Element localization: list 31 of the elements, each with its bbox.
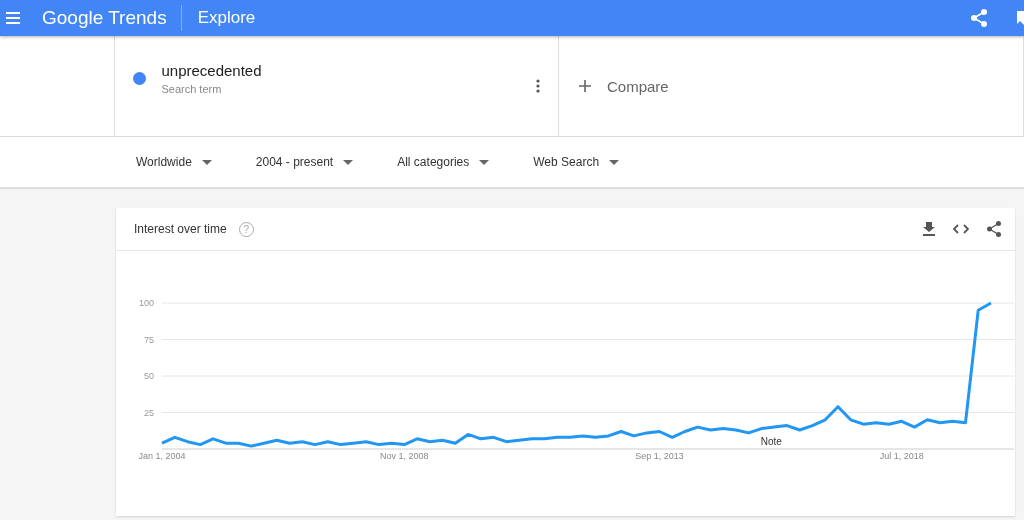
search-term[interactable]: unprecedented <box>161 61 536 79</box>
y-axis-label: 25 <box>144 407 154 418</box>
caret-icon <box>201 159 212 165</box>
search-term-subtitle: Search term <box>161 82 223 95</box>
filter-dropdown[interactable]: Worldwide <box>136 155 212 169</box>
x-axis-label: Jul 1, 2018 <box>879 451 924 461</box>
filter-dropdown[interactable]: 2004 - present <box>255 155 354 169</box>
y-axis-label: 50 <box>144 371 154 381</box>
caret-icon <box>343 159 354 165</box>
embed-icon[interactable] <box>953 224 969 234</box>
bookmark-icon[interactable] <box>1017 11 1024 25</box>
page-title: Explore <box>197 8 256 28</box>
app-logo[interactable]: Google Trends <box>42 7 167 29</box>
y-axis-label: 75 <box>144 334 154 345</box>
caret-icon <box>609 159 620 165</box>
card-title: Interest over time <box>134 222 227 236</box>
plus-icon <box>579 80 591 92</box>
x-axis-label: Jan 1, 2004 <box>138 451 186 461</box>
x-axis-label: Nov 1, 2008 <box>380 451 429 461</box>
filter-dropdown[interactable]: Web Search <box>533 155 620 169</box>
x-axis-label: Sep 1, 2013 <box>635 451 684 461</box>
note-label[interactable]: Note <box>760 436 782 447</box>
share-icon[interactable] <box>987 221 1001 237</box>
y-axis-label: 100 <box>138 298 154 308</box>
menu-icon[interactable] <box>6 12 20 24</box>
filter-dropdown[interactable]: All categories <box>397 155 490 169</box>
caret-icon <box>479 159 490 165</box>
more-icon[interactable] <box>536 79 540 93</box>
share-icon[interactable] <box>971 9 987 27</box>
compare-button[interactable]: Compare <box>579 77 669 95</box>
download-icon[interactable] <box>923 222 935 236</box>
